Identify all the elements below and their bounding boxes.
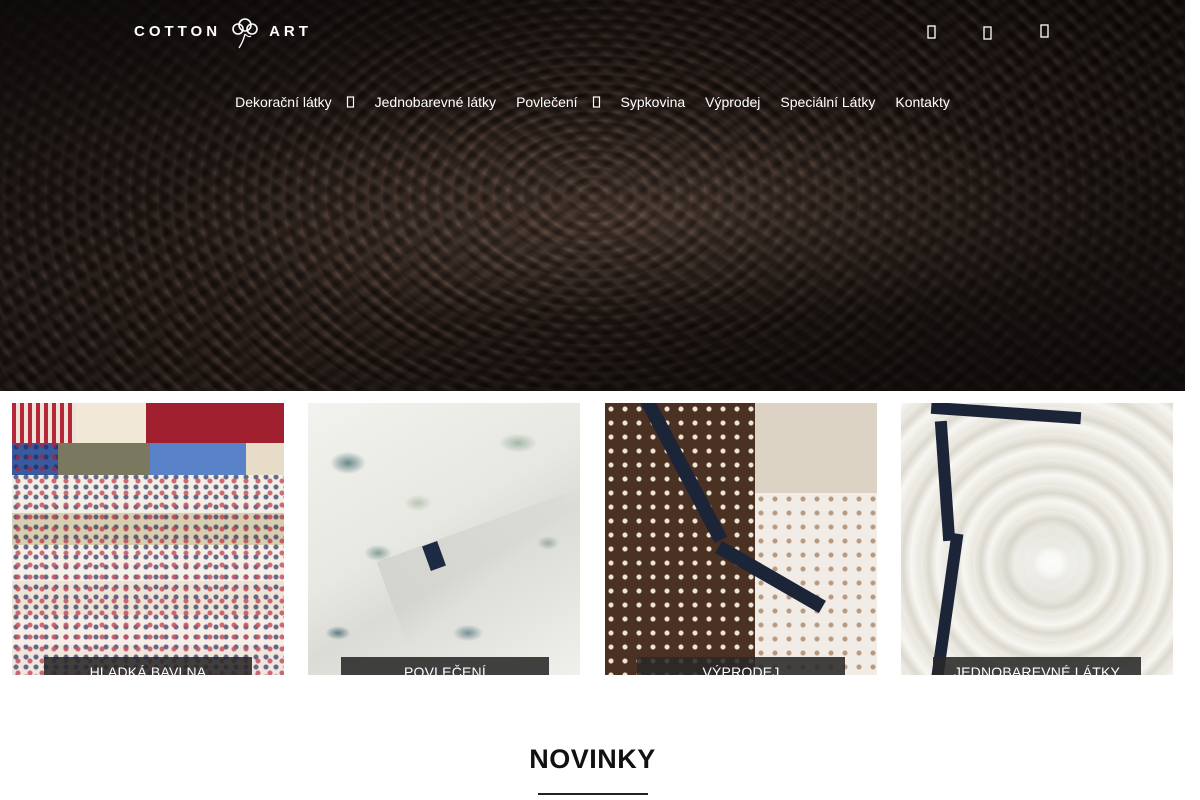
hero-banner [0, 0, 1185, 391]
nav-item-specialni-latky[interactable]: Speciální Látky [770, 92, 885, 112]
nav-item-dekoracni-latky[interactable]: Dekorační látky [225, 92, 364, 112]
category-image [12, 403, 284, 675]
category-card-hladka-bavlna[interactable]: HLADKÁ BAVLNA [12, 403, 284, 675]
brand-ribbon [934, 420, 956, 542]
fabric-patch [58, 443, 150, 475]
fabric-stripe [12, 403, 76, 443]
category-label: JEDNOBAREVNÉ LÁTKY [933, 657, 1141, 675]
nav-item-sypkovina[interactable]: Sypkovina [611, 92, 696, 112]
category-card-vyprodej[interactable]: VÝPRODEJ [605, 403, 877, 675]
logo-text-left: COTTON [134, 22, 222, 40]
category-image [901, 403, 1173, 675]
nav-item-label: Speciální Látky [780, 94, 876, 110]
category-image [308, 403, 580, 675]
category-label: VÝPRODEJ [637, 657, 845, 675]
nav-item-label: Výprodej [705, 94, 761, 110]
nav-item-label: Kontakty [895, 94, 950, 110]
fabric-fold [376, 493, 580, 675]
category-label: POVLEČENÍ [341, 657, 549, 675]
fabric-patch [246, 443, 284, 475]
user-icon[interactable] [926, 24, 944, 44]
category-label: HLADKÁ BAVLNA [44, 657, 252, 675]
nav-item-vyprodej[interactable]: Výprodej [695, 92, 770, 112]
nav-item-povleceni[interactable]: Povlečení [506, 92, 610, 112]
heart-icon[interactable] [982, 25, 1000, 45]
chevron-down-icon[interactable] [592, 96, 601, 108]
category-grid: HLADKÁ BAVLNA POVLEČENÍ VÝPRODEJ JEDNOBA… [12, 403, 1173, 688]
nav-item-label: Jednobarevné látky [374, 94, 497, 110]
brand-ribbon [930, 532, 964, 675]
fabric-patch [150, 443, 246, 475]
fabric-brown-print [605, 403, 755, 675]
nav-item-label: Povlečení [516, 94, 578, 110]
fabric-patch [146, 403, 284, 443]
category-card-jednobarevne-latky[interactable]: JEDNOBAREVNÉ LÁTKY [901, 403, 1173, 675]
category-card-povleceni[interactable]: POVLEČENÍ [308, 403, 580, 675]
section-title: NOVINKY [529, 744, 656, 774]
cart-icon[interactable] [1039, 23, 1057, 43]
nav-item-jednobarevne-latky[interactable]: Jednobarevné látky [365, 92, 506, 112]
category-image [605, 403, 877, 675]
main-navigation: Dekorační látky Jednobarevné látky Povle… [0, 92, 1185, 112]
fabric-background [755, 403, 877, 493]
nav-item-label: Dekorační látky [235, 94, 332, 110]
fabric-patch [76, 403, 146, 443]
section-divider [538, 793, 648, 795]
cotton-flower-icon [232, 18, 258, 49]
site-logo[interactable]: COTTON ART [134, 12, 312, 50]
logo-text-right: ART [269, 22, 312, 40]
chevron-down-icon[interactable] [346, 96, 355, 108]
brand-ribbon [930, 403, 1082, 425]
nav-item-label: Sypkovina [620, 94, 686, 110]
nav-item-kontakty[interactable]: Kontakty [885, 92, 959, 112]
